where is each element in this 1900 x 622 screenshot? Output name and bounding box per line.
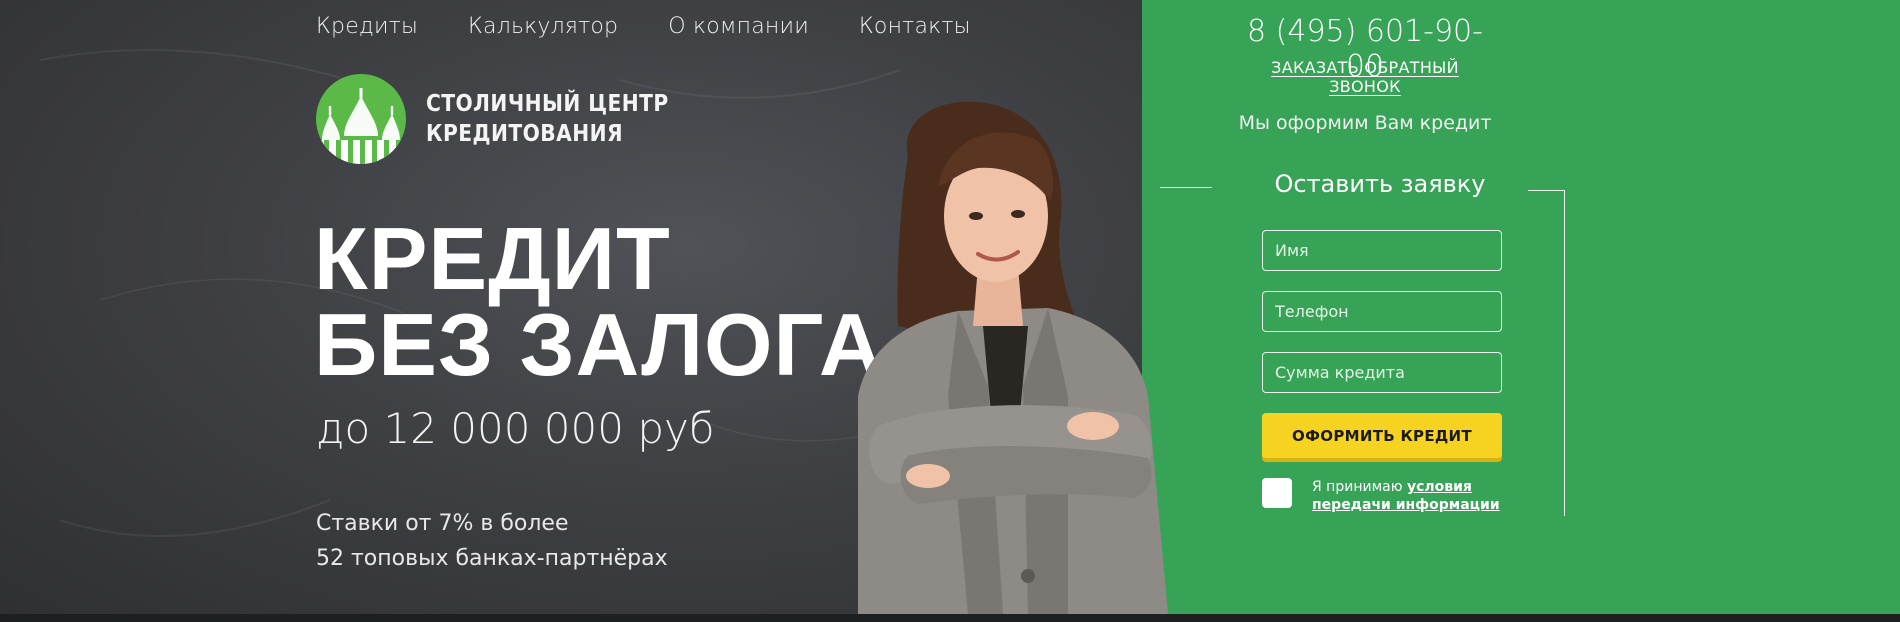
nav-item-credits[interactable]: Кредиты (316, 14, 418, 39)
rates-line-2: 52 топовых банках-партнёрах (316, 546, 668, 571)
company-logo[interactable]: СТОЛИЧНЫЙ ЦЕНТР КРЕДИТОВАНИЯ (316, 74, 702, 164)
agree-label: Я принимаю условия передачи информации (1312, 478, 1512, 514)
logo-domes-icon (316, 74, 406, 164)
loan-amount-input[interactable] (1262, 352, 1502, 393)
headline-line-2: БЕЗ ЗАЛОГА (314, 295, 884, 394)
frame-line-left (1160, 187, 1212, 188)
frame-line-vertical (1564, 190, 1565, 516)
hero-rates: Ставки от 7% в более 52 топовых банках-п… (316, 506, 668, 576)
rates-line-1: Ставки от 7% в более (316, 511, 569, 536)
phone-input[interactable] (1262, 291, 1502, 332)
nav-item-about[interactable]: О компании (668, 14, 809, 39)
woman-photo (858, 101, 1168, 614)
form-tagline: Мы оформим Вам кредит (1238, 112, 1492, 134)
frame-line-right (1528, 190, 1564, 191)
headline-line-1: КРЕДИТ (314, 209, 671, 308)
agree-checkbox[interactable] (1262, 478, 1292, 508)
name-input[interactable] (1262, 230, 1502, 271)
logo-line-2: КРЕДИТОВАНИЯ (426, 121, 624, 147)
logo-line-1: СТОЛИЧНЫЙ ЦЕНТР (426, 91, 669, 117)
hero-headline: КРЕДИТ БЕЗ ЗАЛОГА (314, 209, 884, 394)
logo-wordmark: СТОЛИЧНЫЙ ЦЕНТР КРЕДИТОВАНИЯ (426, 89, 669, 149)
hero-amount: до 12 000 000 руб (316, 404, 715, 453)
main-nav: Кредиты Калькулятор О компании Контакты (316, 14, 971, 39)
form-title: Оставить заявку (1274, 170, 1486, 198)
agree-prefix: Я принимаю (1312, 479, 1407, 495)
nav-item-contacts[interactable]: Контакты (859, 14, 971, 39)
bottom-divider (0, 614, 1900, 622)
submit-loan-button[interactable]: ОФОРМИТЬ КРЕДИТ (1262, 413, 1502, 458)
nav-item-calculator[interactable]: Калькулятор (468, 14, 618, 39)
callback-link[interactable]: ЗАКАЗАТЬ ОБРАТНЫЙ ЗВОНОК (1240, 58, 1490, 96)
